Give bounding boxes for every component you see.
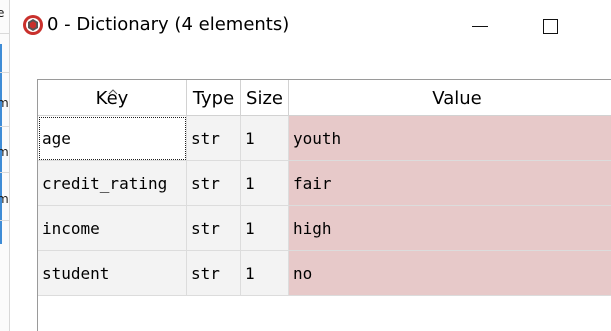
value-text: high (293, 219, 332, 238)
type-text: str (191, 264, 220, 283)
background-divider (0, 172, 9, 173)
screen: e m m m 0 - Dictionary (4 elements) (0, 0, 611, 331)
table-row[interactable]: credit_rating str 1 fair (38, 161, 611, 206)
value-cell[interactable]: high (289, 206, 611, 251)
minimize-icon (472, 26, 488, 27)
size-text: 1 (245, 174, 255, 193)
key-cell[interactable]: student (38, 251, 187, 296)
type-text: str (191, 174, 220, 193)
background-divider (0, 220, 9, 221)
column-header-type[interactable]: Type (187, 80, 241, 116)
size-text: 1 (245, 264, 255, 283)
window-title: 0 - Dictionary (4 elements) (47, 14, 290, 35)
value-cell[interactable]: no (289, 251, 611, 296)
type-cell[interactable]: str (187, 251, 241, 296)
type-text: str (191, 219, 220, 238)
background-window-edge: e m m m (0, 0, 10, 331)
key-cell[interactable]: age (38, 116, 187, 161)
value-text: fair (293, 174, 332, 193)
maximize-button[interactable] (530, 10, 570, 42)
background-text-fragment: m (0, 145, 9, 159)
column-header-size[interactable]: Size (241, 80, 289, 116)
type-text: str (191, 129, 220, 148)
minimize-button[interactable] (459, 10, 499, 42)
background-text-fragment: m (0, 192, 9, 206)
value-text: no (293, 264, 313, 283)
column-header-label: Type (192, 88, 235, 109)
size-text: 1 (245, 219, 255, 238)
background-accent-line (0, 44, 2, 244)
table-empty-area (38, 296, 611, 331)
size-cell[interactable]: 1 (241, 161, 289, 206)
dictionary-editor-window: 0 - Dictionary (4 elements) Key Type Siz… (10, 0, 611, 331)
column-header-label: Size (246, 88, 283, 109)
table-header: Key Type Size Value (38, 80, 611, 116)
key-text: student (42, 264, 110, 283)
key-text: credit_rating (42, 174, 168, 193)
type-cell[interactable]: str (187, 116, 241, 161)
size-text: 1 (245, 129, 255, 148)
maximize-icon (543, 19, 558, 34)
table-row[interactable]: income str 1 high (38, 206, 611, 251)
dictionary-table: Key Type Size Value age str 1 youth cred… (37, 79, 611, 331)
type-cell[interactable]: str (187, 206, 241, 251)
size-cell[interactable]: 1 (241, 206, 289, 251)
title-bar[interactable]: 0 - Dictionary (4 elements) (10, 0, 611, 54)
value-cell[interactable]: youth (289, 116, 611, 161)
value-text: youth (293, 129, 342, 148)
spyder-variable-icon (22, 14, 44, 36)
column-header-key[interactable]: Key (38, 80, 187, 116)
size-cell[interactable]: 1 (241, 251, 289, 296)
background-divider (0, 33, 9, 34)
background-divider (0, 72, 9, 73)
value-cell[interactable]: fair (289, 161, 611, 206)
background-divider (0, 126, 9, 127)
type-cell[interactable]: str (187, 161, 241, 206)
background-text-fragment: m (0, 96, 9, 110)
table-row[interactable]: age str 1 youth (38, 116, 611, 161)
column-header-label: Value (432, 88, 482, 109)
size-cell[interactable]: 1 (241, 116, 289, 161)
column-header-value[interactable]: Value (289, 80, 611, 116)
key-text: age (42, 129, 71, 148)
key-cell[interactable]: income (38, 206, 187, 251)
key-text: income (42, 219, 100, 238)
sort-ascending-icon (38, 80, 186, 95)
table-row[interactable]: student str 1 no (38, 251, 611, 296)
background-text-fragment: e (0, 6, 4, 20)
column-header-label: Key (95, 88, 129, 109)
key-cell[interactable]: credit_rating (38, 161, 187, 206)
